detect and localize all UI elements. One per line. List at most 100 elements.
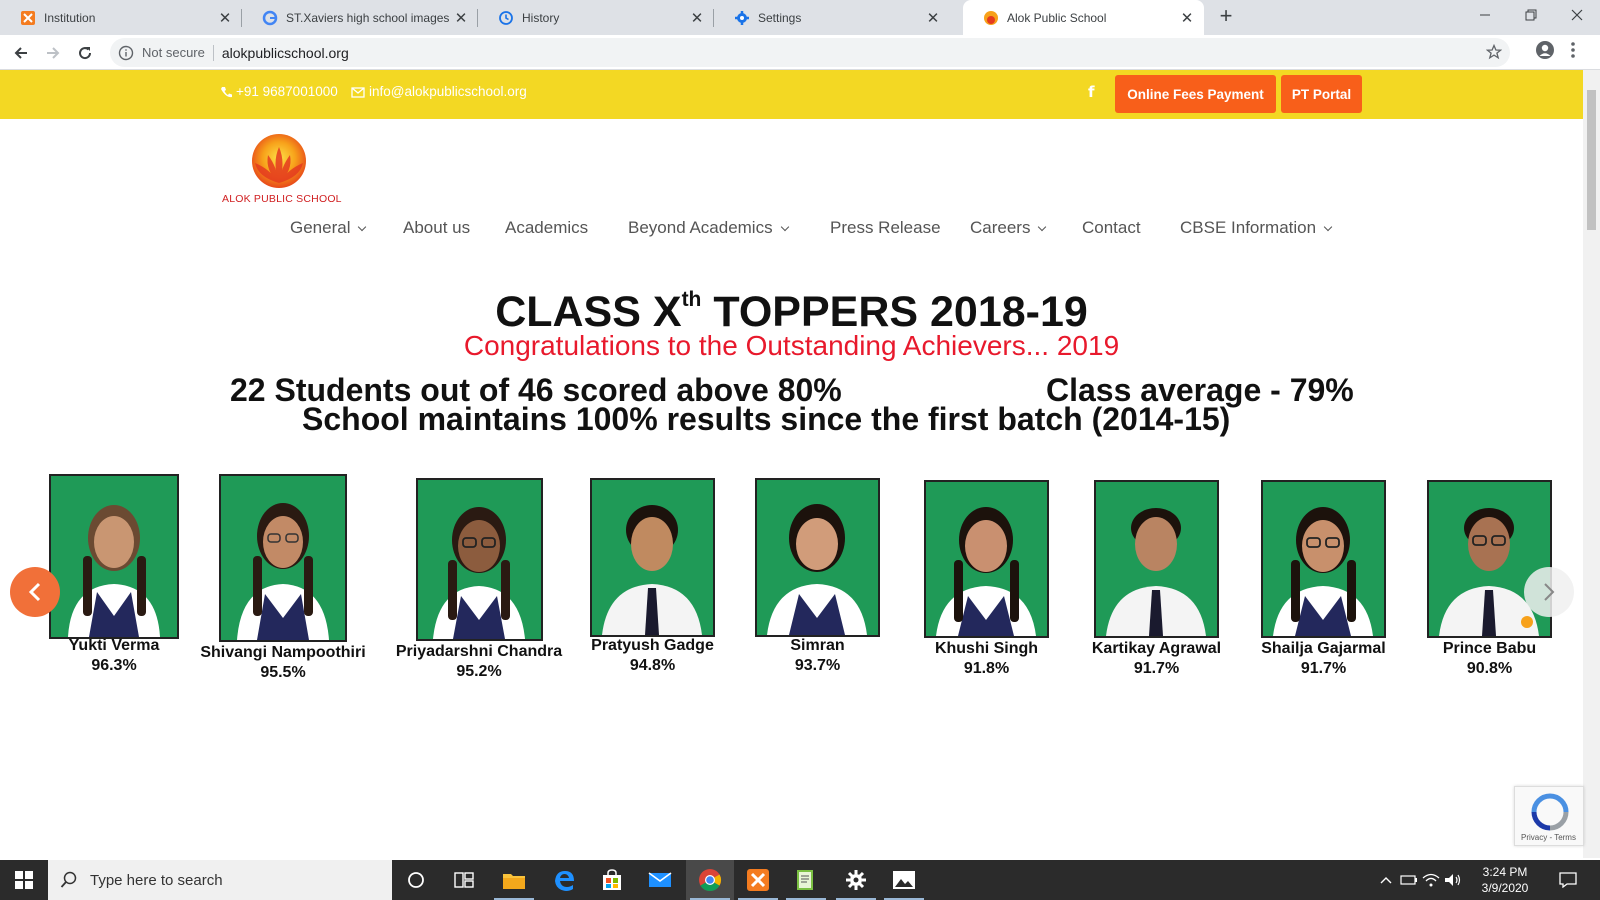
- nav-item-contact[interactable]: Contact: [1082, 218, 1141, 238]
- show-hidden-icons-button[interactable]: [1378, 860, 1394, 900]
- tab-strip: Institution ✕ ST.Xaviers high school ima…: [0, 0, 1600, 35]
- nav-item-careers[interactable]: Careers: [970, 218, 1047, 238]
- notepad-button[interactable]: [782, 860, 830, 900]
- chevron-down-icon: [358, 222, 367, 231]
- bookmark-star-icon[interactable]: [1485, 43, 1503, 63]
- close-icon[interactable]: ✕: [452, 9, 470, 27]
- store-button[interactable]: [588, 860, 636, 900]
- close-icon[interactable]: ✕: [1178, 9, 1196, 27]
- arrow-right-icon: [47, 47, 60, 59]
- close-icon[interactable]: ✕: [924, 9, 942, 27]
- nav-item-about-us[interactable]: About us: [403, 218, 470, 238]
- student-photo: [49, 474, 179, 639]
- task-view-button[interactable]: [440, 860, 488, 900]
- arrow-left-icon: [14, 47, 27, 59]
- tab-institution[interactable]: Institution ✕: [0, 0, 242, 35]
- folder-icon: [503, 874, 525, 889]
- sun-logo-icon: [252, 134, 306, 188]
- site-topbar: +91 9687001000 info@alokpublicschool.org…: [0, 70, 1583, 119]
- action-center-button[interactable]: [1548, 860, 1588, 900]
- close-window-button[interactable]: [1554, 0, 1600, 30]
- nav-item-cbse-information[interactable]: CBSE Information: [1180, 218, 1333, 238]
- carousel-next-button[interactable]: [1524, 567, 1574, 617]
- phone-icon: [221, 86, 232, 97]
- photos-button[interactable]: [880, 860, 928, 900]
- nav-label: Beyond Academics: [628, 218, 773, 237]
- notepad-icon: [797, 870, 813, 890]
- recaptcha-icon: [1531, 793, 1569, 831]
- reload-button[interactable]: [72, 40, 98, 66]
- student-name: Shailja Gajarmal: [1261, 640, 1386, 657]
- banner-title-pre: CLASS X: [495, 288, 682, 336]
- profile-avatar-icon[interactable]: [1535, 40, 1555, 65]
- pt-portal-button[interactable]: PT Portal: [1281, 75, 1362, 113]
- reload-icon: [79, 47, 92, 60]
- page-scrollbar[interactable]: [1583, 70, 1600, 858]
- windows-taskbar: Type here to search 3:24 PM 3/9/2020: [0, 860, 1600, 900]
- nav-item-academics[interactable]: Academics: [505, 218, 588, 238]
- scrollbar-thumb[interactable]: [1587, 90, 1596, 230]
- school-logo[interactable]: [250, 133, 308, 191]
- close-icon[interactable]: ✕: [688, 9, 706, 27]
- info-icon[interactable]: [118, 45, 134, 61]
- mail-icon: [648, 872, 672, 887]
- battery-tray-icon[interactable]: [1398, 860, 1420, 900]
- restore-button[interactable]: [1508, 0, 1554, 30]
- cortana-button[interactable]: [392, 860, 440, 900]
- nav-label: General: [290, 218, 351, 237]
- xampp-button[interactable]: [734, 860, 782, 900]
- taskbar-clock[interactable]: 3:24 PM 3/9/2020: [1470, 864, 1540, 896]
- tab-label: Institution: [44, 10, 96, 25]
- clock-date: 3/9/2020: [1481, 881, 1529, 895]
- student-percentage: 91.7%: [1133, 660, 1180, 677]
- settings-button[interactable]: [832, 860, 880, 900]
- student-name: Prince Babu: [1442, 640, 1537, 657]
- new-tab-button[interactable]: +: [1215, 5, 1237, 28]
- forward-button[interactable]: [40, 40, 66, 66]
- recaptcha-links[interactable]: Privacy - Terms: [1521, 833, 1576, 842]
- facebook-icon[interactable]: f: [1088, 83, 1095, 101]
- edge-button[interactable]: [540, 860, 588, 900]
- email-link[interactable]: info@alokpublicschool.org: [351, 84, 527, 99]
- clock-time: 3:24 PM: [1482, 865, 1528, 879]
- tab-alok-public-school[interactable]: Alok Public School ✕: [963, 0, 1204, 35]
- phone-link[interactable]: +91 9687001000: [220, 84, 338, 99]
- chrome-icon: [699, 869, 721, 891]
- chevron-down-icon: [1038, 222, 1047, 231]
- notification-icon: [1559, 872, 1577, 888]
- close-icon[interactable]: ✕: [216, 9, 234, 27]
- nav-item-beyond-academics[interactable]: Beyond Academics: [628, 218, 789, 238]
- store-bag-icon: [603, 869, 621, 890]
- phone-number: +91 9687001000: [236, 84, 338, 99]
- tab-google-images[interactable]: ST.Xaviers high school images - G ✕: [242, 0, 478, 35]
- tab-settings[interactable]: Settings ✕: [714, 0, 950, 35]
- nav-label: Press Release: [830, 218, 941, 237]
- mail-button[interactable]: [636, 860, 684, 900]
- network-tray-icon[interactable]: [1420, 860, 1442, 900]
- file-explorer-button[interactable]: [490, 860, 538, 900]
- online-fees-payment-button[interactable]: Online Fees Payment: [1115, 75, 1276, 113]
- carousel-prev-button[interactable]: [10, 567, 60, 617]
- browser-toolbar: Not secure alokpublicschool.org: [0, 35, 1600, 70]
- recaptcha-badge[interactable]: Privacy - Terms: [1514, 786, 1584, 846]
- chrome-button[interactable]: [686, 860, 734, 900]
- nav-item-press-release[interactable]: Press Release: [830, 218, 941, 238]
- url-text[interactable]: alokpublicschool.org: [222, 45, 349, 61]
- taskbar-search-input[interactable]: Type here to search: [48, 860, 392, 900]
- minimize-button[interactable]: [1462, 0, 1508, 30]
- start-button[interactable]: [0, 860, 48, 900]
- back-button[interactable]: [8, 40, 34, 66]
- banner-title-sup: th: [681, 288, 702, 311]
- menu-kebab-icon[interactable]: [1570, 40, 1576, 65]
- student-name: Yukti Verma: [68, 637, 160, 654]
- volume-tray-icon[interactable]: [1442, 860, 1464, 900]
- chevron-right-icon: [1544, 583, 1555, 601]
- student-percentage: 91.8%: [963, 660, 1010, 677]
- nav-item-general[interactable]: General: [290, 218, 367, 238]
- student-photo: [1094, 480, 1219, 638]
- settings-favicon-icon: [734, 10, 750, 26]
- student-percentage: 95.5%: [260, 664, 306, 681]
- tab-history[interactable]: History ✕: [478, 0, 714, 35]
- address-bar[interactable]: Not secure alokpublicschool.org: [110, 38, 1510, 67]
- student-name: Priyadarshni Chandra: [395, 643, 563, 660]
